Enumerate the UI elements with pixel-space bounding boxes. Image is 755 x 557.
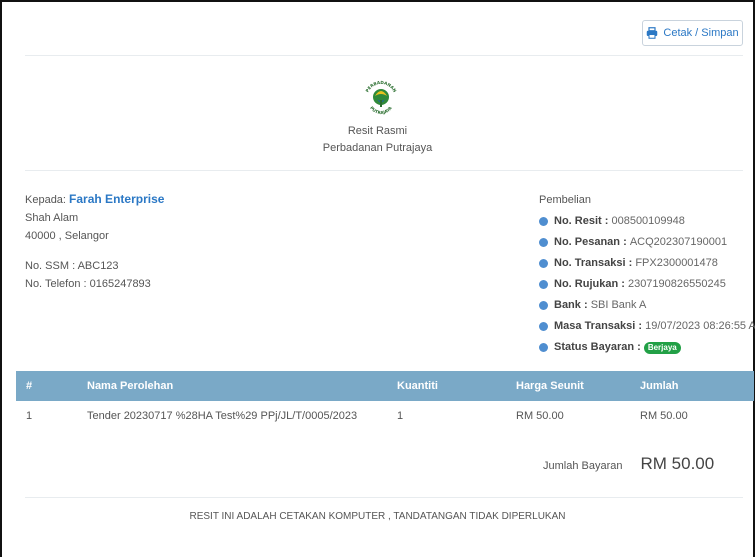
purchase-value: ACQ202307190001 — [629, 236, 728, 248]
purchase-label: Masa Transaksi : — [554, 320, 643, 332]
purchase-value: SBI Bank A — [590, 299, 647, 311]
row-number: 1 — [26, 410, 33, 422]
row-amount: RM 50.00 — [640, 410, 688, 422]
table-header: # Nama Perolehan Kuantiti Harga Seunit J… — [16, 371, 754, 401]
header-amount: Jumlah — [640, 380, 679, 392]
table-row: 1 Tender 20230717 %28HA Test%29 PPj/JL/T… — [16, 401, 754, 431]
purchase-details: Pembelian No. Resit : 008500109948 No. P… — [539, 190, 755, 358]
recipient-city: Shah Alam — [25, 212, 79, 224]
bullet-icon — [539, 238, 548, 247]
bullet-icon — [539, 280, 548, 289]
purchase-title: Pembelian — [539, 194, 591, 206]
purchase-label: No. Transaksi : — [554, 257, 633, 269]
purchase-item: No. Rujukan : 2307190826550245 — [539, 274, 755, 295]
purchase-item: Bank : SBI Bank A — [539, 295, 755, 316]
purchase-value: 008500109948 — [611, 215, 685, 227]
purchase-label: No. Rujukan : — [554, 278, 625, 290]
purchase-item: No. Transaksi : FPX2300001478 — [539, 253, 755, 274]
header-quantity: Kuantiti — [397, 380, 438, 392]
status-badge: Berjaya — [643, 341, 681, 354]
row-item-name: Tender 20230717 %28HA Test%29 PPj/JL/T/0… — [87, 410, 358, 422]
print-save-label: Cetak / Simpan — [663, 27, 739, 39]
receipt-title: Resit Rasmi — [347, 125, 408, 137]
recipient-line: Kepada: Farah Enterprise — [25, 190, 164, 209]
purchase-item: No. Resit : 008500109948 — [539, 211, 755, 232]
bullet-icon — [539, 217, 548, 226]
recipient-postcode-state: 40000 , Selangor — [25, 230, 109, 242]
recipient-ssm: No. SSM : ABC123 — [25, 260, 119, 272]
footer-divider — [25, 497, 743, 498]
bullet-icon — [539, 301, 548, 310]
header-number: # — [26, 380, 33, 392]
purchase-item: Masa Transaksi : 19/07/2023 08:26:55 AM — [539, 316, 755, 337]
purchase-value: FPX2300001478 — [635, 257, 718, 269]
footer-note: RESIT INI ADALAH CETAKAN KOMPUTER , TAND… — [189, 511, 566, 522]
organization-name: Perbadanan Putrajaya — [322, 142, 433, 154]
purchase-item: Status Bayaran : Berjaya — [539, 337, 755, 358]
recipient-prefix: Kepada: — [25, 194, 66, 206]
purchase-value: 19/07/2023 08:26:55 AM — [645, 320, 755, 332]
bill-to-block: Kepada: Farah Enterprise Shah Alam 40000… — [25, 190, 164, 293]
bullet-icon — [539, 343, 548, 352]
header-item-name: Nama Perolehan — [87, 380, 174, 392]
print-save-button[interactable]: Cetak / Simpan — [642, 20, 743, 46]
purchase-label: No. Resit : — [554, 215, 609, 227]
total-label: Jumlah Bayaran — [543, 460, 623, 472]
bullet-icon — [539, 259, 548, 268]
total-payment: Jumlah Bayaran RM 50.00 — [543, 454, 714, 474]
purchase-label: Status Bayaran : — [554, 341, 641, 353]
purchase-value: 2307190826550245 — [627, 278, 726, 290]
purchase-label: Bank : — [554, 299, 588, 311]
printer-icon — [647, 27, 658, 39]
row-unit-price: RM 50.00 — [516, 410, 564, 422]
header-divider — [25, 55, 743, 56]
header-unit-price: Harga Seunit — [516, 380, 584, 392]
purchase-item: No. Pesanan : ACQ202307190001 — [539, 232, 755, 253]
total-value: RM 50.00 — [640, 454, 715, 473]
perbadanan-putrajaya-logo: PERBADANAN PUTRAJAYA — [365, 80, 398, 115]
bullet-icon — [539, 322, 548, 331]
recipient-name: Farah Enterprise — [69, 192, 165, 206]
row-quantity: 1 — [397, 410, 404, 422]
recipient-phone: No. Telefon : 0165247893 — [25, 278, 151, 290]
purchase-label: No. Pesanan : — [554, 236, 627, 248]
title-divider — [25, 170, 743, 171]
